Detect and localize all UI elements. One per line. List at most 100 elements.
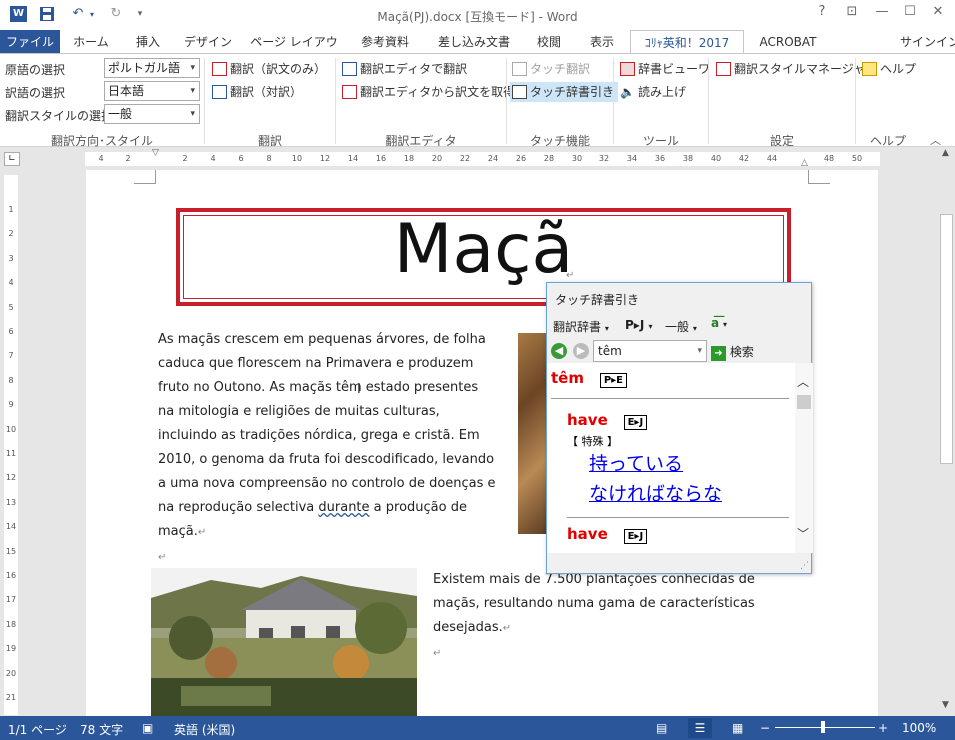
zoom-level[interactable]: 100%: [902, 721, 936, 735]
paragraph-2[interactable]: Existem mais de 7.500 plantações conheci…: [433, 568, 793, 666]
language-indicator[interactable]: 英語 (米国): [174, 721, 235, 738]
entry-2: have E▸J: [567, 525, 648, 544]
ruler-number: 50: [851, 154, 863, 163]
paragraph-1[interactable]: As maçãs crescem em pequenas árvores, de…: [158, 328, 510, 570]
maximize-button[interactable]: ☐: [896, 4, 924, 24]
ruler-number: 10: [5, 424, 17, 434]
tab-home[interactable]: ホーム: [66, 30, 116, 54]
dict-viewer-button[interactable]: 辞書ビューワ: [618, 59, 710, 79]
back-icon[interactable]: ◀: [551, 343, 567, 359]
chevron-down-icon: ▾: [722, 320, 727, 329]
ruler-number: 18: [403, 154, 415, 163]
scroll-up-icon[interactable]: ▲: [942, 148, 949, 158]
touch-translate-button[interactable]: タッチ翻訳: [510, 59, 590, 79]
popup-scrollbar[interactable]: ︿ ﹀: [795, 363, 813, 553]
ruler-number: 8: [8, 375, 14, 385]
tab-view[interactable]: 表示: [580, 30, 624, 54]
scroll-down-icon[interactable]: ▼: [942, 700, 949, 710]
group-label-tools: ツール: [642, 134, 679, 148]
style-select[interactable]: 一般 ▾: [104, 104, 200, 124]
touch-dictionary-popup[interactable]: タッチ辞書引き 翻訳辞書 ▾ P▸J ▾ 一般 ▾ a͞ ▾ ◀ ▶ têm ▾…: [546, 282, 813, 574]
house-painting-image[interactable]: [151, 568, 417, 716]
ruler-number: 26: [515, 154, 527, 163]
tab-review[interactable]: 校閲: [526, 30, 572, 54]
group-label-translate: 翻訳: [257, 134, 282, 148]
minimize-button[interactable]: —: [868, 4, 896, 24]
style-manager-button[interactable]: 翻訳スタイルマネージャ: [714, 59, 865, 79]
read-mode-icon[interactable]: ▤: [656, 721, 667, 735]
translate-pair-button[interactable]: 翻訳（対訳）: [210, 82, 302, 102]
tab-references[interactable]: 参考資料: [352, 30, 418, 54]
vertical-ruler[interactable]: 1 2 3 4 5 6 7 8 9 10 11 12 13 14 15 16 17 18 19 20 21: [4, 175, 18, 715]
page-count[interactable]: 1/1 ページ: [8, 721, 67, 738]
ruler-number: 2: [125, 154, 131, 163]
target-lang-select[interactable]: 日本語 ▾: [104, 81, 200, 101]
para1-line: na reprodução selectiva durante a produç…: [158, 500, 467, 515]
zoom-slider[interactable]: [775, 727, 875, 728]
zoom-in-button[interactable]: +: [878, 721, 888, 735]
tab-selector[interactable]: ∟: [4, 152, 20, 166]
forward-icon[interactable]: ▶: [573, 343, 589, 359]
ruler-number: 28: [543, 154, 555, 163]
tab-acrobat[interactable]: ACROBAT: [752, 30, 824, 54]
translate-only-button[interactable]: 翻訳（訳文のみ）: [210, 59, 326, 79]
search-input[interactable]: têm ▾: [593, 340, 707, 362]
direction-menu[interactable]: P▸J ▾: [625, 318, 653, 332]
editor-get-button[interactable]: 翻訳エディタから訳文を取得: [340, 82, 515, 102]
spellcheck-underlined-word[interactable]: durante: [318, 500, 369, 515]
read-aloud-button[interactable]: 🔈 読み上げ: [618, 82, 686, 102]
help-ribbon-button[interactable]: ヘルプ: [860, 59, 916, 79]
chevron-down-icon: ▾: [190, 86, 195, 96]
group-label-direction: 翻訳方向･スタイル: [50, 134, 153, 148]
chevron-down-icon: ▾: [697, 346, 702, 356]
right-indent-marker[interactable]: △: [801, 158, 808, 168]
ruler-number: 34: [626, 154, 638, 163]
popup-title: タッチ辞書引き: [555, 293, 640, 307]
tab-design[interactable]: デザイン: [178, 30, 238, 54]
ruler-number: 2: [8, 229, 14, 239]
horizontal-ruler[interactable]: ∟ 4 2 2 4 6 8 10 12 14 16 18 20 22 24 26 28 30 32 34 36 38 40…: [0, 148, 938, 170]
apple-photo[interactable]: [518, 333, 548, 534]
editor-translate-button[interactable]: 翻訳エディタで翻訳: [340, 59, 467, 79]
resize-grip-icon[interactable]: ⋰: [800, 561, 809, 571]
tab-insert[interactable]: 挿入: [124, 30, 172, 54]
signin-link[interactable]: サインイン: [900, 30, 955, 54]
left-indent-marker[interactable]: ▽: [152, 148, 159, 158]
sense-link-1[interactable]: 持っている: [589, 449, 683, 476]
ruler-number: 17: [5, 595, 17, 605]
touch-icon: [512, 62, 527, 76]
ribbon-display-options-button[interactable]: ⊡: [838, 4, 866, 24]
document-scrollbar[interactable]: ▲ ▼: [938, 148, 955, 716]
help-button[interactable]: ?: [808, 4, 836, 24]
touch-dict-button[interactable]: タッチ辞書引き: [510, 82, 619, 102]
sense-link-2[interactable]: なければならな: [589, 479, 722, 506]
group-label-editor: 翻訳エディタ: [385, 134, 457, 148]
search-button[interactable]: ➜ 検索: [711, 343, 754, 361]
print-layout-icon[interactable]: ☰: [688, 718, 712, 738]
tab-korya-eiwa[interactable]: ｺﾘｬ英和！2017: [630, 30, 744, 54]
style-menu[interactable]: 一般 ▾: [665, 318, 697, 335]
scroll-thumb[interactable]: [797, 395, 811, 409]
web-layout-icon[interactable]: ▦: [732, 721, 743, 735]
zoom-slider-thumb[interactable]: [821, 721, 825, 733]
tab-page-layout[interactable]: ページ レイアウト: [246, 30, 342, 73]
ruler-number: 16: [375, 154, 387, 163]
editor-icon: [342, 62, 357, 76]
collapse-ribbon-icon[interactable]: ︿: [930, 132, 941, 148]
dict-menu[interactable]: 翻訳辞書 ▾: [553, 318, 609, 335]
settings-menu[interactable]: a͞ ▾: [711, 316, 727, 330]
close-button[interactable]: ✕: [924, 4, 952, 24]
scroll-down-icon[interactable]: ﹀: [797, 525, 809, 542]
tab-file[interactable]: ファイル: [0, 30, 60, 54]
scroll-thumb[interactable]: [940, 214, 953, 464]
scroll-up-icon[interactable]: ︿: [797, 373, 809, 390]
ruler-number: 11: [5, 449, 17, 458]
word-count[interactable]: 78 文字: [80, 721, 123, 738]
dictionary-content[interactable]: têm P▸E have E▸J 【 特殊 】 持っている なければならな ha…: [547, 363, 795, 553]
tab-mailings[interactable]: 差し込み文書: [428, 30, 520, 54]
proofing-icon[interactable]: ▣: [142, 721, 153, 735]
source-lang-select[interactable]: ポルトガル語 ▾: [104, 58, 200, 78]
paragraph-mark: ↵: [197, 527, 207, 538]
empty-paragraph: ↵: [158, 545, 510, 570]
zoom-out-button[interactable]: −: [760, 721, 770, 735]
